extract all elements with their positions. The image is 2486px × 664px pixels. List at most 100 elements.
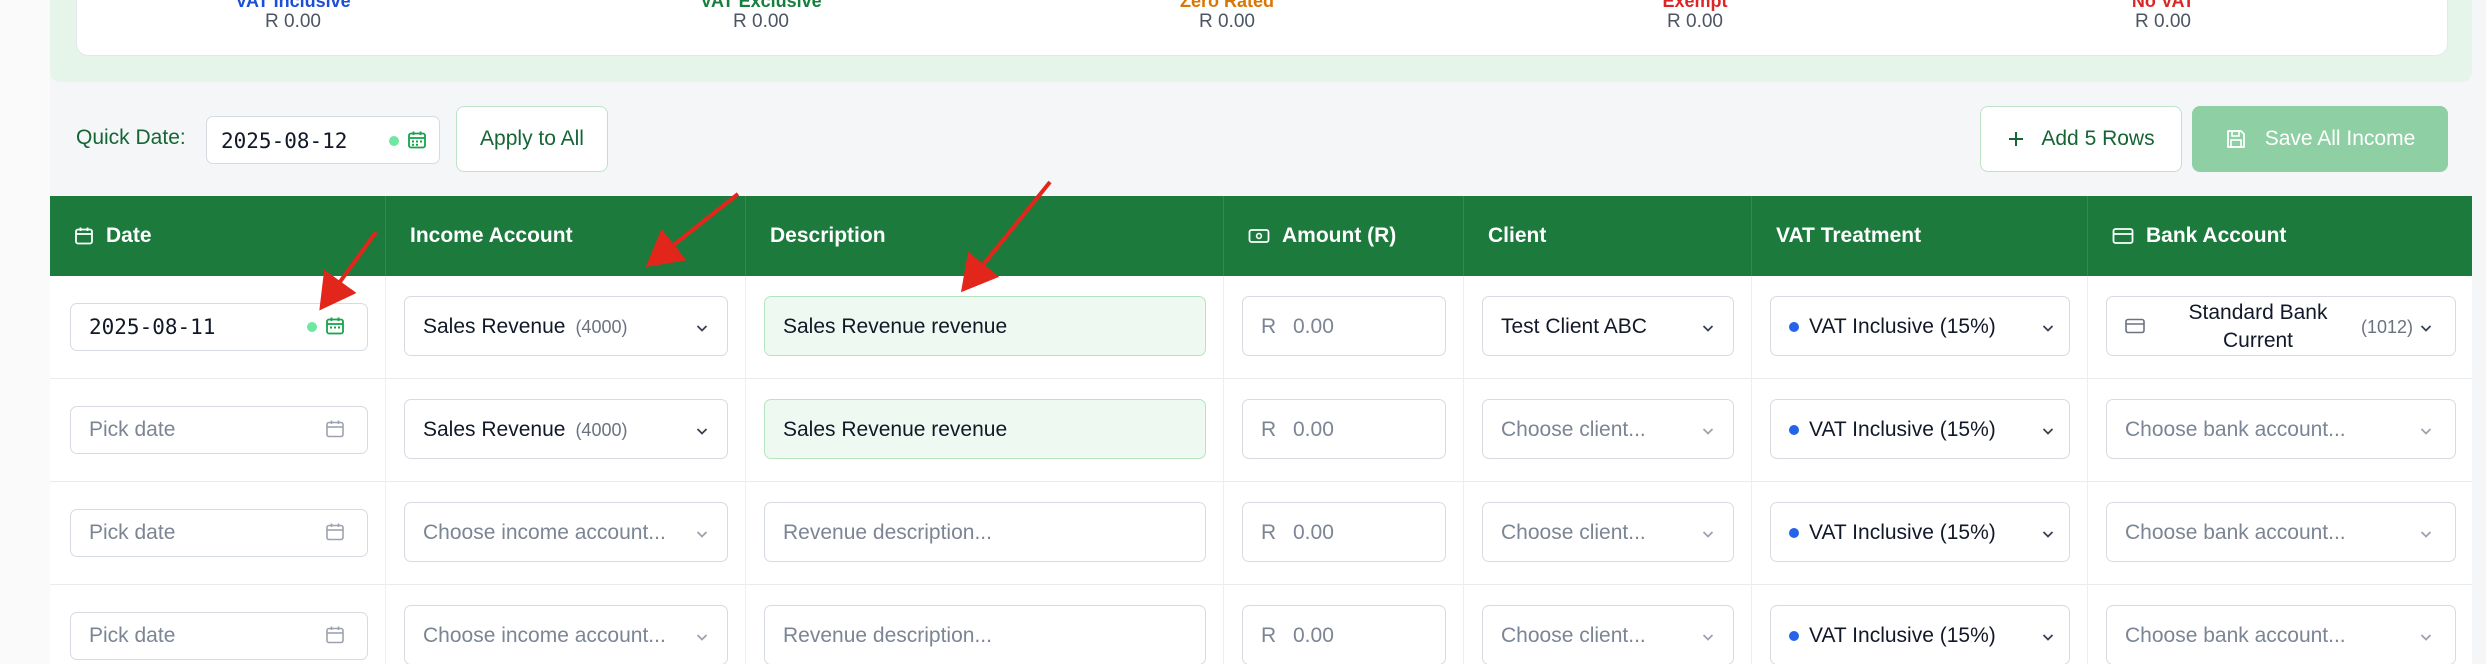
credit-card-icon [2125, 318, 2145, 334]
description-input[interactable]: Sales Revenue revenue [764, 399, 1206, 459]
chevron-down-icon [1702, 428, 1714, 435]
description-input[interactable]: Revenue description... [764, 502, 1206, 562]
amount-value: 0.00 [1293, 624, 1334, 647]
amount-cell: R 0.00 [1224, 482, 1464, 585]
description-input[interactable]: Sales Revenue revenue [764, 296, 1206, 356]
date-cell: 2025-08-11 [50, 276, 386, 379]
vat-treatment-select[interactable]: VAT Inclusive (15%) [1770, 502, 2070, 562]
description-input[interactable]: Revenue description... [764, 605, 1206, 664]
currency-prefix: R [1261, 315, 1277, 338]
summary-label: VAT Exclusive [700, 0, 822, 11]
vat-cell: VAT Inclusive (15%) [1752, 276, 2088, 379]
table-header: Date Income Account Description Amount (… [50, 196, 2472, 276]
bank-cell: Standard Bank Current (1012) [2088, 276, 2472, 379]
date-input[interactable]: Pick date [70, 406, 368, 454]
vat-treatment-select[interactable]: VAT Inclusive (15%) [1770, 296, 2070, 356]
bank-account-select[interactable]: Choose bank account... [2106, 399, 2456, 459]
summary-panel: VAT Inclusive R 0.00 VAT Exclusive R 0.0… [50, 0, 2472, 82]
calendar-icon[interactable] [325, 419, 345, 439]
batch-toolbar: Quick Date: 2025-08-12 Apply to All Add … [76, 106, 2448, 172]
account-code: (4000) [575, 317, 628, 337]
chevron-down-icon [2042, 634, 2054, 641]
column-header-vat-treatment: VAT Treatment [1752, 196, 2088, 276]
chevron-down-icon [1702, 325, 1714, 332]
date-input[interactable]: Pick date [70, 509, 368, 557]
vat-summary-card: VAT Inclusive R 0.00 VAT Exclusive R 0.0… [76, 0, 2448, 56]
income-account-cell: Sales Revenue (4000) [386, 276, 746, 379]
income-account-select[interactable]: Choose income account... [404, 502, 728, 562]
calendar-icon[interactable] [325, 522, 345, 542]
summary-no-vat: No VAT R 0.00 [2053, 0, 2273, 33]
vat-value: VAT Inclusive (15%) [1809, 521, 1996, 544]
summary-label: VAT Inclusive [235, 0, 351, 11]
quick-date-value: 2025-08-12 [221, 129, 348, 153]
status-dot-icon [389, 136, 399, 146]
summary-value: R 0.00 [733, 11, 789, 32]
amount-input[interactable]: R 0.00 [1242, 399, 1446, 459]
quick-date-input[interactable]: 2025-08-12 [206, 116, 440, 164]
summary-exempt: Exempt R 0.00 [1585, 0, 1805, 33]
save-all-income-button[interactable]: Save All Income [2192, 106, 2448, 172]
calendar-icon[interactable] [325, 316, 345, 336]
vat-value: VAT Inclusive (15%) [1809, 624, 1996, 647]
amount-cell: R 0.00 [1224, 276, 1464, 379]
add-rows-label: Add 5 Rows [2041, 127, 2155, 150]
summary-label: Exempt [1662, 0, 1728, 11]
amount-input[interactable]: R 0.00 [1242, 502, 1446, 562]
description-placeholder: Revenue description... [783, 521, 992, 544]
column-header-income-account: Income Account [386, 196, 746, 276]
description-placeholder: Revenue description... [783, 624, 992, 647]
calendar-icon[interactable] [325, 625, 345, 645]
calendar-icon [75, 227, 93, 245]
account-placeholder: Choose income account... [423, 521, 666, 544]
credit-card-icon [2112, 228, 2134, 244]
bank-account-select[interactable]: Standard Bank Current (1012) [2106, 296, 2456, 356]
client-placeholder: Choose client... [1501, 521, 1646, 544]
amount-input[interactable]: R 0.00 [1242, 296, 1446, 356]
date-placeholder: Pick date [89, 418, 176, 441]
bank-cell: Choose bank account... [2088, 482, 2472, 585]
column-header-label: Income Account [410, 224, 573, 247]
calendar-icon[interactable] [407, 130, 427, 150]
bank-account-select[interactable]: Choose bank account... [2106, 502, 2456, 562]
amount-value: 0.00 [1293, 521, 1334, 544]
vat-treatment-select[interactable]: VAT Inclusive (15%) [1770, 605, 2070, 664]
income-entry-table: Date Income Account Description Amount (… [50, 196, 2472, 664]
bank-cell: Choose bank account... [2088, 585, 2472, 664]
description-cell: Revenue description... [746, 585, 1224, 664]
chevron-down-icon [2042, 531, 2054, 538]
client-select[interactable]: Test Client ABC [1482, 296, 1734, 356]
table-row: Pick date Sales Revenue (4000) Sales Reve… [50, 379, 2472, 482]
amount-cell: R 0.00 [1224, 379, 1464, 482]
client-cell: Choose client... [1464, 379, 1752, 482]
column-header-label: Client [1488, 224, 1547, 247]
chevron-down-icon [2420, 634, 2432, 641]
vat-dot-icon [1789, 631, 1799, 641]
chevron-down-icon [1702, 531, 1714, 538]
chevron-down-icon [2042, 428, 2054, 435]
vat-treatment-select[interactable]: VAT Inclusive (15%) [1770, 399, 2070, 459]
income-account-select[interactable]: Choose income account... [404, 605, 728, 664]
chevron-down-icon [2042, 325, 2054, 332]
client-select[interactable]: Choose client... [1482, 502, 1734, 562]
amount-input[interactable]: R 0.00 [1242, 605, 1446, 664]
income-account-select[interactable]: Sales Revenue (4000) [404, 296, 728, 356]
client-select[interactable]: Choose client... [1482, 605, 1734, 664]
column-header-label: VAT Treatment [1776, 224, 1922, 247]
client-cell: Choose client... [1464, 585, 1752, 664]
income-account-select[interactable]: Sales Revenue (4000) [404, 399, 728, 459]
apply-to-all-button[interactable]: Apply to All [456, 106, 608, 172]
client-placeholder: Choose client... [1501, 624, 1646, 647]
date-input[interactable]: 2025-08-11 [70, 303, 368, 351]
vat-cell: VAT Inclusive (15%) [1752, 482, 2088, 585]
table-row: Pick date Choose income account... Reven… [50, 482, 2472, 585]
bank-account-select[interactable]: Choose bank account... [2106, 605, 2456, 664]
date-cell: Pick date [50, 585, 386, 664]
client-select[interactable]: Choose client... [1482, 399, 1734, 459]
table-row: Pick date Choose income account... Reven… [50, 585, 2472, 664]
add-rows-button[interactable]: Add 5 Rows [1980, 106, 2182, 172]
date-input[interactable]: Pick date [70, 612, 368, 660]
date-placeholder: Pick date [89, 521, 176, 544]
bank-placeholder: Choose bank account... [2125, 624, 2346, 647]
column-header-date: Date [50, 196, 386, 276]
